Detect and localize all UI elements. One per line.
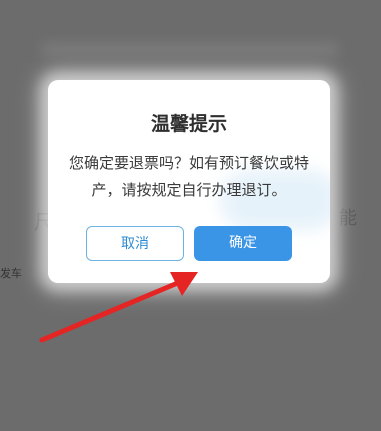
background-text-right: 能 (339, 208, 357, 229)
confirm-dialog: 温馨提示 您确定要退票吗？如有预订餐饮或特产，请按规定自行办理退订。 取消 确定 (48, 80, 330, 283)
confirm-button[interactable]: 确定 (194, 226, 292, 261)
cancel-button[interactable]: 取消 (86, 226, 184, 261)
background-text-departure: 发车 (0, 267, 22, 280)
dialog-title: 温馨提示 (150, 113, 227, 135)
dialog-message: 您确定要退票吗？如有预订餐饮或特产，请按规定自行办理退订。 (68, 154, 309, 199)
blurred-header (40, 42, 340, 56)
screen: 尺 发车 能 温馨提示 您确定要退票吗？如有预订餐饮或特产，请按规定自行办理退订… (0, 0, 381, 431)
